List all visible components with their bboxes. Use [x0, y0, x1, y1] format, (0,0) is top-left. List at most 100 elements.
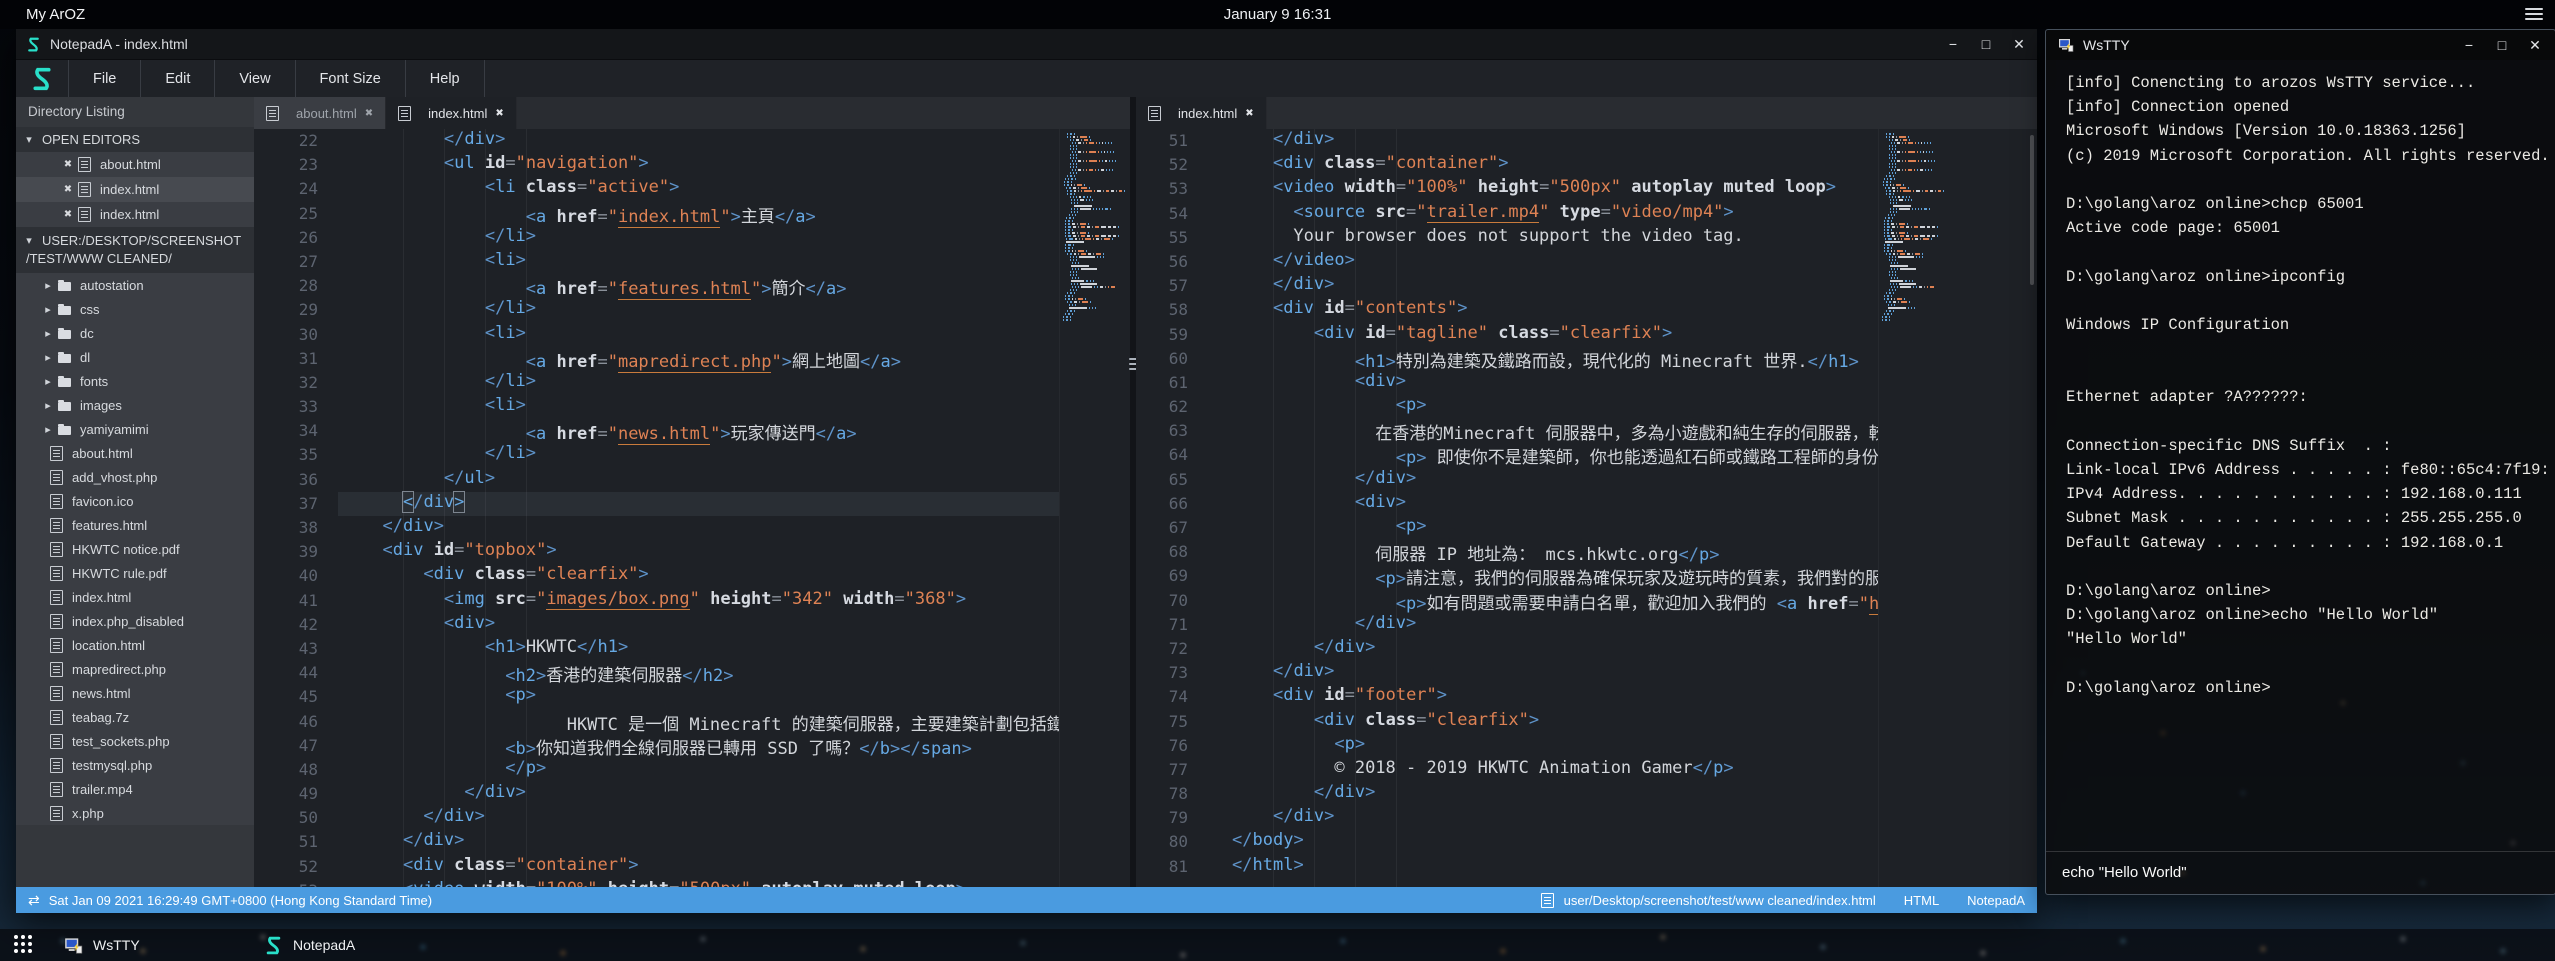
sidebar-folder-css[interactable]: ▸css [16, 297, 254, 321]
indent [362, 395, 485, 415]
token: > [638, 153, 648, 173]
token: </ [775, 207, 795, 227]
sidebar-folder-autostation[interactable]: ▸autostation [16, 273, 254, 297]
status-language[interactable]: HTML [1904, 893, 1939, 908]
token: autoplay [751, 879, 843, 887]
sidebar-folder-images[interactable]: ▸images [16, 393, 254, 417]
terminal-input[interactable]: echo "Hello World" [2046, 851, 2555, 894]
app-launcher-icon[interactable] [14, 935, 32, 953]
open-editor-item[interactable]: ✖index.html [16, 177, 254, 202]
sidebar-file-trailer.mp4[interactable]: trailer.mp4 [16, 777, 254, 801]
minimap-line [1882, 232, 1946, 234]
sidebar-file-test-sockets.php[interactable]: test_sockets.php [16, 729, 254, 753]
sidebar-file-HKWTC-rule.pdf[interactable]: HKWTC rule.pdf [16, 561, 254, 585]
sidebar-file-x.php[interactable]: x.php [16, 801, 254, 825]
sidebar-file-add-vhost.php[interactable]: add_vhost.php [16, 465, 254, 489]
close-file-icon[interactable]: ✖ [58, 209, 78, 220]
close-tab-icon[interactable]: ✖ [495, 108, 503, 119]
token: = [526, 564, 536, 584]
minimap-line [1882, 274, 1946, 276]
sidebar-file-index.php-disabled[interactable]: index.php_disabled [16, 609, 254, 633]
maximize-button[interactable]: □ [2494, 37, 2510, 53]
minimap-left[interactable] [1059, 129, 1130, 887]
close-file-icon[interactable]: ✖ [58, 159, 78, 170]
indent [362, 226, 485, 246]
token: " [1859, 594, 1869, 614]
hamburger-menu-icon[interactable] [2525, 8, 2543, 21]
scrollbar-thumb[interactable] [2030, 135, 2034, 285]
close-button[interactable]: ✕ [2011, 36, 2027, 53]
close-tab-icon[interactable]: ✖ [365, 108, 373, 119]
folder-icon [58, 402, 71, 411]
token: 特別為建築及鐵路而設，現代化的 Minecraft 世界. [1396, 352, 1808, 372]
taskbar-item-wstty[interactable]: WsTTY [64, 929, 140, 961]
open-editor-item[interactable]: ✖about.html [16, 152, 254, 177]
sidebar-folder-dl[interactable]: ▸dl [16, 345, 254, 369]
tab-index.html[interactable]: index.html✖ [386, 97, 517, 129]
token: div [464, 129, 495, 149]
minimize-button[interactable]: − [2461, 37, 2477, 53]
wstty-titlebar[interactable]: WsTTY − □ ✕ [2046, 30, 2555, 60]
taskbar-item-notepada[interactable]: NotepadA [264, 929, 355, 961]
terminal-line: D:\golang\aroz online> [2066, 582, 2549, 606]
indent [1232, 424, 1375, 444]
line-number: 80 [1136, 830, 1188, 854]
minimap-line [1882, 307, 1946, 309]
file-icon [1148, 106, 1161, 121]
sidebar-file-testmysql.php[interactable]: testmysql.php [16, 753, 254, 777]
token: < [1375, 569, 1385, 589]
line-number: 42 [254, 613, 318, 637]
token: div [485, 782, 516, 802]
sidebar-file-HKWTC-notice.pdf[interactable]: HKWTC notice.pdf [16, 537, 254, 561]
code-editor-right[interactable]: </div> <div class="container"> <video wi… [1208, 129, 1878, 887]
menu-item-help[interactable]: Help [405, 60, 485, 98]
token: </ [1273, 274, 1293, 294]
menu-item-file[interactable]: File [68, 60, 140, 98]
token: video [1283, 177, 1334, 197]
token: video [1293, 250, 1344, 270]
menu-item-font-size[interactable]: Font Size [295, 60, 405, 98]
tab-index.html[interactable]: index.html✖ [1136, 97, 1267, 129]
minimap-line [1063, 169, 1127, 171]
code-line: </div> [338, 806, 1059, 830]
open-editors-section[interactable]: ▾OPEN EDITORS [16, 127, 254, 152]
close-tab-icon[interactable]: ✖ [1245, 108, 1253, 119]
token: > [495, 129, 505, 149]
open-editor-item[interactable]: ✖index.html [16, 202, 254, 227]
minimap-line [1882, 193, 1946, 195]
sidebar-file-news.html[interactable]: news.html [16, 681, 254, 705]
sidebar-file-mapredirect.php[interactable]: mapredirect.php [16, 657, 254, 681]
line-number: 35 [254, 443, 318, 467]
minimap-line [1882, 208, 1946, 210]
minimap-line [1063, 247, 1127, 249]
sidebar-folder-yamiyamimi[interactable]: ▸yamiyamimi [16, 417, 254, 441]
maximize-button[interactable]: □ [1978, 36, 1994, 52]
sidebar-file-location.html[interactable]: location.html [16, 633, 254, 657]
sidebar-folder-fonts[interactable]: ▸fonts [16, 369, 254, 393]
code-editor-left[interactable]: </div> <ul id="navigation"> <li class="a… [338, 129, 1059, 887]
sidebar-folder-dc[interactable]: ▸dc [16, 321, 254, 345]
token: height [1467, 177, 1539, 197]
menu-item-view[interactable]: View [214, 60, 294, 98]
notepad-titlebar[interactable]: NotepadA - index.html − □ ✕ [16, 29, 2037, 59]
sidebar-file-favicon.ico[interactable]: favicon.ico [16, 489, 254, 513]
token: > [1386, 352, 1396, 372]
directory-root[interactable]: ▾USER:/DESKTOP/SCREENSHOT/TEST/WWW CLEAN… [16, 227, 254, 273]
minimize-button[interactable]: − [1945, 36, 1961, 52]
tab-about.html[interactable]: about.html✖ [254, 97, 386, 129]
close-file-icon[interactable]: ✖ [58, 184, 78, 195]
file-icon [50, 494, 63, 509]
token: </ [900, 739, 920, 759]
token: "clearfix" [1560, 323, 1662, 343]
sidebar-file-teabag.7z[interactable]: teabag.7z [16, 705, 254, 729]
sidebar-file-about.html[interactable]: about.html [16, 441, 254, 465]
minimap-right[interactable] [1878, 129, 1949, 887]
minimap-line [1063, 133, 1127, 135]
token: "clearfix" [1427, 710, 1529, 730]
close-button[interactable]: ✕ [2527, 37, 2543, 54]
sidebar-file-index.html[interactable]: index.html [16, 585, 254, 609]
menu-item-edit[interactable]: Edit [140, 60, 214, 98]
sidebar-file-features.html[interactable]: features.html [16, 513, 254, 537]
token: "video/mp4" [1611, 202, 1724, 222]
token: < [1273, 177, 1283, 197]
